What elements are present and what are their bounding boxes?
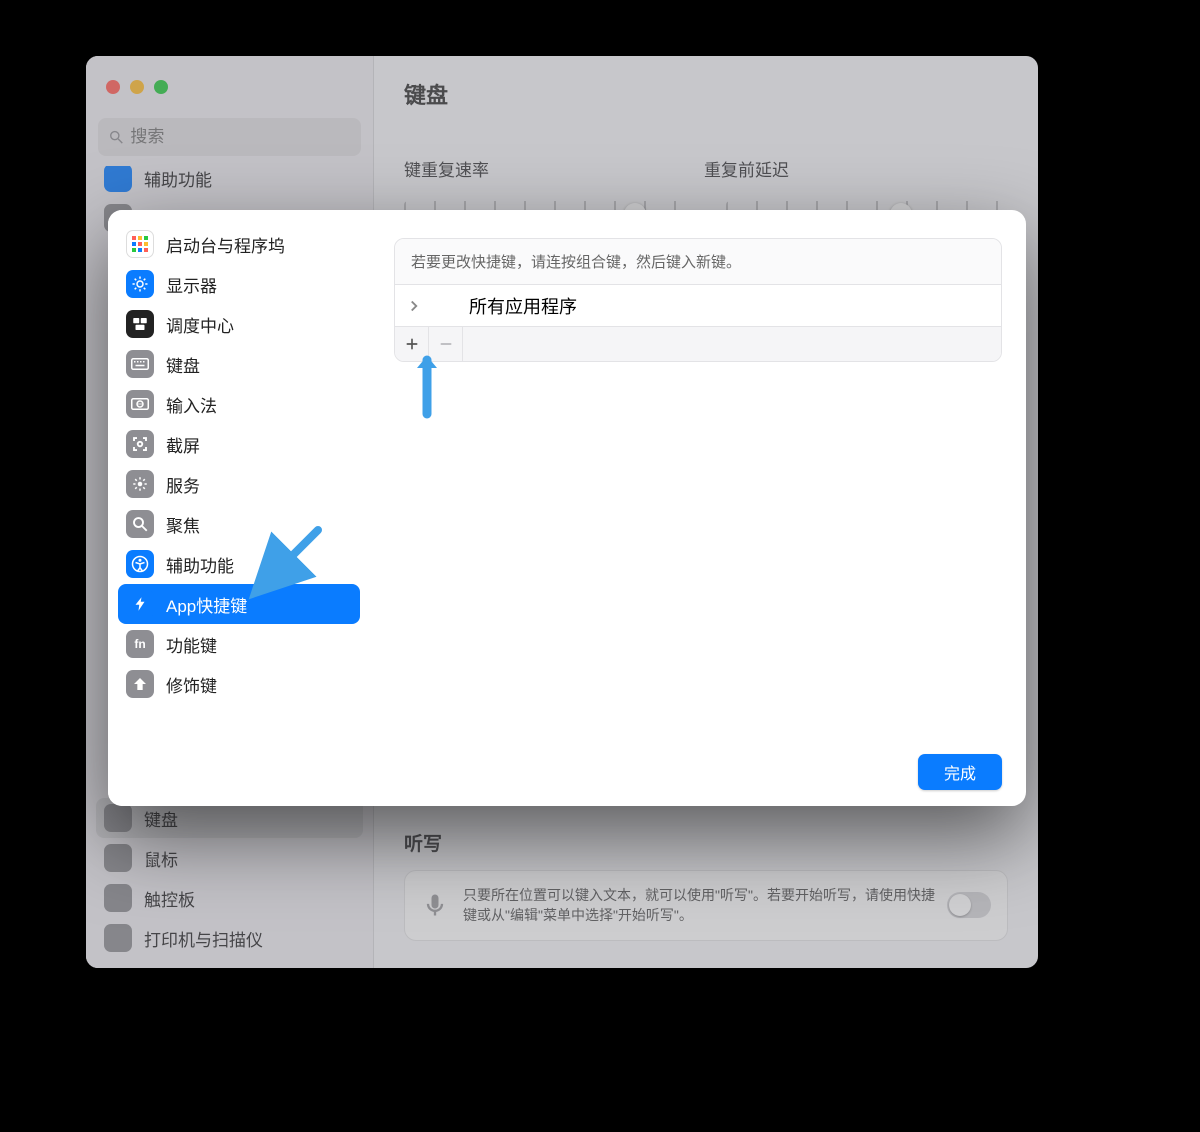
sidebar-item-modifier-keys[interactable]: 修饰键	[118, 664, 360, 704]
printer-icon	[104, 924, 132, 952]
search-input[interactable]	[130, 127, 351, 147]
keyboard-icon	[126, 350, 154, 378]
sheet-main: 若要更改快捷键，请连按组合键，然后键入新键。 所有应用程序 完成	[370, 210, 1026, 806]
remove-button[interactable]	[429, 327, 463, 361]
input-sources-icon	[126, 390, 154, 418]
sidebar-item-label: 键盘	[144, 806, 178, 831]
sidebar-item-label: 启动台与程序坞	[166, 232, 285, 257]
sidebar-item-mouse[interactable]: 鼠标	[96, 838, 363, 878]
sidebar-item-launchpad[interactable]: 启动台与程序坞	[118, 224, 360, 264]
sidebar-item-screenshot[interactable]: 截屏	[118, 424, 360, 464]
keyboard-shortcuts-sheet: 启动台与程序坞 显示器 调度中心 键盘 输入法	[108, 210, 1026, 806]
minus-icon	[438, 336, 454, 352]
accessibility-icon	[104, 166, 132, 192]
sidebar-item-label: 输入法	[166, 392, 217, 417]
sidebar-item-label: 键盘	[166, 352, 200, 377]
done-button[interactable]: 完成	[918, 754, 1002, 790]
sidebar-item-accessibility[interactable]: 辅助功能	[118, 544, 360, 584]
sidebar-item-label: 截屏	[166, 432, 200, 457]
sidebar-item-label: 鼠标	[144, 846, 178, 871]
keyboard-icon	[104, 804, 132, 832]
sheet-footer: 完成	[394, 738, 1002, 790]
sidebar-item-label: 功能键	[166, 632, 217, 657]
fn-icon: fn	[126, 630, 154, 658]
sidebar-item-label: 打印机与扫描仪	[144, 926, 263, 951]
sidebar-item-trackpad[interactable]: 触控板	[96, 878, 363, 918]
group-all-applications[interactable]: 所有应用程序	[395, 285, 1001, 327]
mouse-icon	[104, 844, 132, 872]
dictation-toggle[interactable]	[947, 892, 991, 918]
sidebar-item-label: 聚焦	[166, 512, 200, 537]
zoom-icon[interactable]	[154, 80, 168, 94]
window-controls[interactable]	[106, 80, 168, 94]
sidebar-item-label: 服务	[166, 472, 200, 497]
sheet-sidebar: 启动台与程序坞 显示器 调度中心 键盘 输入法	[108, 210, 370, 806]
label-repeat-rate: 键重复速率	[404, 156, 704, 181]
updown-icon	[990, 965, 1008, 968]
launchpad-icon	[126, 230, 154, 258]
sidebar-item-keyboard-cat[interactable]: 键盘	[118, 344, 360, 384]
sidebar-item-label: 调度中心	[166, 312, 234, 337]
search-icon	[108, 128, 124, 146]
sidebar-item-label: 显示器	[166, 272, 217, 297]
sidebar-item-mission-control[interactable]: 调度中心	[118, 304, 360, 344]
modifier-keys-icon	[126, 670, 154, 698]
sidebar-item-label: 修饰键	[166, 672, 217, 697]
shortcuts-panel: 若要更改快捷键，请连按组合键，然后键入新键。 所有应用程序	[394, 238, 1002, 362]
trackpad-icon	[104, 884, 132, 912]
minimize-icon[interactable]	[130, 80, 144, 94]
sidebar-item-label: App快捷键	[166, 592, 247, 617]
plus-icon	[404, 336, 420, 352]
sidebar-item-label: 辅助功能	[166, 552, 234, 577]
sidebar-item-function-keys[interactable]: fn 功能键	[118, 624, 360, 664]
sidebar-item-spotlight[interactable]: 聚焦	[118, 504, 360, 544]
page-title: 键盘	[404, 78, 1008, 110]
language-value: 中文 (普通话 - 中国大陆)	[798, 963, 982, 968]
screenshot-icon	[126, 430, 154, 458]
accessibility-icon	[126, 550, 154, 578]
sidebar-item-services[interactable]: 服务	[118, 464, 360, 504]
dictation-card: 只要所在位置可以键入文本，就可以使用"听写"。若要开始听写，请使用快捷键或从"编…	[404, 870, 1008, 941]
slider-labels: 键重复速率 重复前延迟	[404, 156, 1008, 181]
dictation-heading: 听写	[404, 829, 1008, 856]
app-shortcuts-icon	[126, 590, 154, 618]
add-button[interactable]	[395, 327, 429, 361]
spotlight-icon	[126, 510, 154, 538]
mission-control-icon	[126, 310, 154, 338]
chevron-right-icon	[405, 297, 423, 315]
sidebar-item-input-sources[interactable]: 输入法	[118, 384, 360, 424]
sidebar-item-accessibility-partial[interactable]: 辅助功能	[96, 166, 363, 198]
sidebar-item-label: 触控板	[144, 886, 195, 911]
panel-note: 若要更改快捷键，请连按组合键，然后键入新键。	[395, 239, 1001, 285]
services-icon	[126, 470, 154, 498]
dictation-language-row[interactable]: 语言 中文 (普通话 - 中国大陆)	[404, 963, 1008, 968]
close-icon[interactable]	[106, 80, 120, 94]
label-delay: 重复前延迟	[704, 156, 789, 181]
sidebar-item-printers[interactable]: 打印机与扫描仪	[96, 918, 363, 958]
language-label: 语言	[404, 963, 438, 968]
dictation-body: 只要所在位置可以键入文本，就可以使用"听写"。若要开始听写，请使用快捷键或从"编…	[463, 885, 947, 926]
sidebar-item-label: 辅助功能	[144, 166, 212, 191]
sidebar-item-app-shortcuts[interactable]: App快捷键	[118, 584, 360, 624]
display-icon	[126, 270, 154, 298]
sidebar-item-display[interactable]: 显示器	[118, 264, 360, 304]
mic-icon	[421, 891, 449, 919]
search-field[interactable]	[98, 118, 361, 156]
group-label: 所有应用程序	[469, 293, 577, 319]
panel-action-bar	[395, 327, 1001, 361]
